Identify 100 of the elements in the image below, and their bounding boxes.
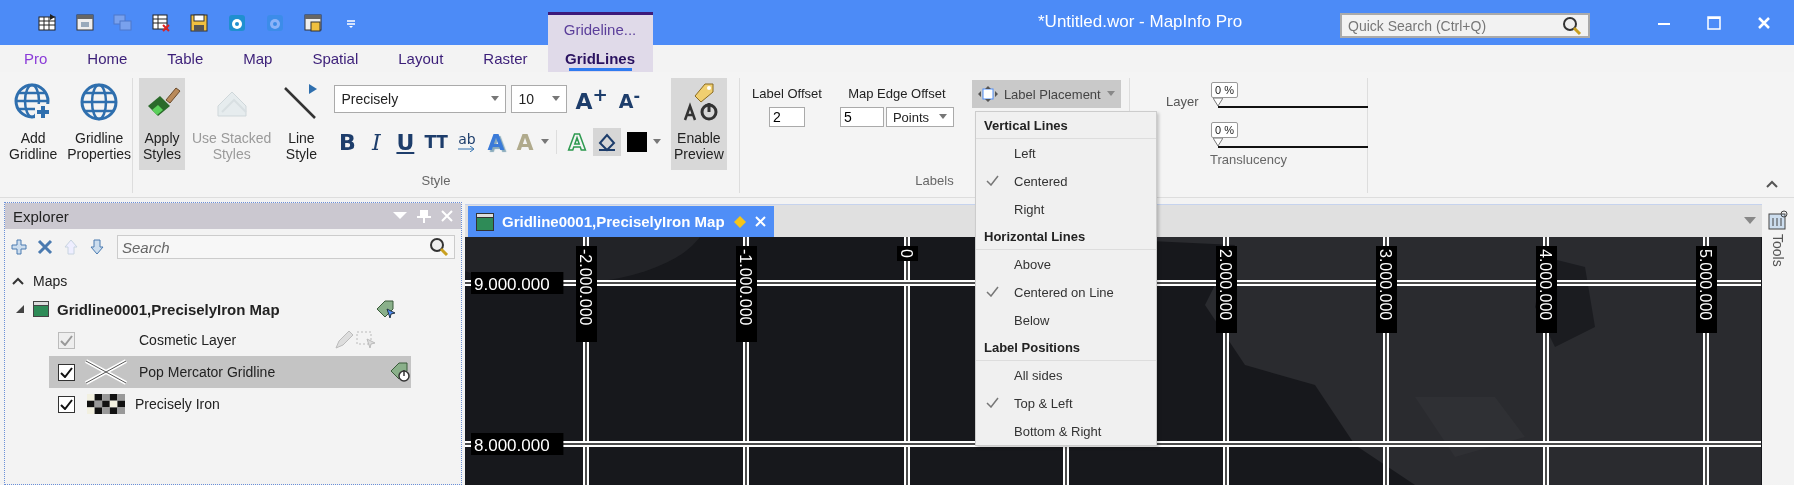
font-size-combo[interactable]: 10 (511, 85, 568, 114)
ribbon-tab[interactable]: Pro (4, 50, 68, 72)
window-icon[interactable] (75, 12, 95, 33)
layer-name: Cosmetic Layer (139, 332, 238, 348)
field-label: Label Offset (752, 86, 822, 101)
search-icon (1562, 16, 1582, 36)
grid-label: 0 (897, 246, 918, 261)
apply-styles-button[interactable]: Apply Styles (139, 78, 185, 170)
ribbon-tab[interactable]: Map (223, 50, 293, 72)
table-close-icon[interactable] (151, 12, 171, 33)
add-button[interactable] (11, 239, 27, 255)
wrap-button[interactable]: ab (453, 128, 480, 157)
ribbon-tab[interactable]: Table (147, 50, 224, 72)
tag-power-icon (389, 361, 411, 383)
group-title: Translucency (1210, 152, 1287, 169)
down-button[interactable] (89, 239, 105, 255)
menu-header: Vertical Lines (976, 112, 1156, 139)
tools-label[interactable]: Tools (1770, 234, 1786, 267)
checker-icon (87, 394, 125, 414)
contextual-tab-label: Grideline... (563, 21, 637, 38)
layer-row[interactable]: Pop Mercator Gridline (49, 356, 411, 388)
menu-item[interactable]: Right (976, 195, 1156, 223)
caret-icon (652, 139, 661, 146)
group-title: Style (421, 173, 451, 190)
save-icon[interactable] (189, 12, 209, 33)
collapse-ribbon-icon[interactable] (1766, 180, 1778, 188)
grid-label: -2.000.000 (576, 246, 597, 342)
layer-row[interactable]: Precisely Iron (49, 388, 411, 420)
window-save-icon[interactable] (303, 12, 323, 33)
search-icon (429, 237, 449, 257)
quick-search-field[interactable]: Quick Search (Ctrl+Q) (1340, 13, 1590, 38)
grid-label: 9.000.000 (471, 272, 564, 294)
group-title: Labels (915, 173, 954, 190)
dropdown-icon (1744, 217, 1756, 225)
search-field[interactable]: Search (117, 235, 455, 259)
expander-icon[interactable] (15, 304, 25, 314)
tag-select-icon (375, 299, 397, 319)
font-combo[interactable]: Precisely (334, 85, 507, 114)
menu-item[interactable]: Left (976, 139, 1156, 167)
label-offset-field[interactable]: 2 (768, 107, 805, 127)
enable-preview-button[interactable]: Enable Preview (670, 78, 727, 170)
unit-combo[interactable]: Points (885, 107, 954, 127)
selection-icon (355, 329, 377, 351)
cross-lines-icon (83, 358, 129, 386)
italic-button[interactable]: I (363, 128, 390, 157)
grid-label: 2.000.000 (1216, 246, 1237, 333)
panel-title: Explorer (13, 207, 70, 225)
grow-font-button[interactable]: A$^{+}$ (572, 84, 611, 115)
grid-label: 3.000.000 (1376, 246, 1397, 333)
slider-track[interactable] (1213, 138, 1368, 148)
shrink-font-button[interactable]: A$^{-}$ (615, 86, 644, 113)
caret-icon (552, 96, 561, 103)
ribbon-tab[interactable]: Raster (463, 50, 548, 72)
ribbon-tab[interactable]: Layout (378, 50, 464, 72)
close-icon (441, 210, 453, 222)
maximize-icon[interactable] (1707, 16, 1721, 30)
map-edge-offset-field[interactable]: 5 (839, 107, 884, 127)
ribbon-tab[interactable]: Home (67, 50, 148, 72)
table-icon[interactable] (37, 12, 57, 33)
add-gridline-button[interactable]: Add Gridline (6, 78, 61, 170)
tree-item[interactable]: Gridline0001,PreciselyIron Map (57, 300, 367, 318)
grid-label: 4.000.000 (1536, 246, 1557, 333)
menu-item[interactable]: All sides (976, 361, 1156, 389)
underline-button[interactable]: U (392, 128, 419, 157)
arrow-icon (456, 146, 477, 153)
globe-icon (79, 82, 120, 122)
menu-item[interactable]: Below (976, 306, 1156, 334)
map-window-icon (476, 212, 494, 231)
bold-button[interactable]: B (334, 128, 361, 157)
menu-item[interactable]: Centered (976, 167, 1156, 195)
close-icon (754, 216, 766, 227)
layer-name: Pop Mercator Gridline (139, 364, 277, 380)
label-placement-button[interactable]: Label Placement (971, 80, 1121, 108)
placement-icon (977, 86, 998, 102)
halo-button[interactable] (592, 128, 621, 157)
tools-icon (1768, 210, 1788, 230)
tree-item[interactable]: Maps (33, 272, 68, 289)
ribbon-tab[interactable]: Spatial (292, 50, 379, 72)
menu-item[interactable]: Bottom & Right (976, 417, 1156, 445)
layer-name: Precisely Iron (135, 396, 221, 412)
menu-item[interactable]: Above (976, 250, 1156, 278)
diamond-icon (732, 214, 747, 229)
checkbox[interactable] (58, 395, 75, 413)
menu-item[interactable]: Top & Left (976, 389, 1156, 417)
checkbox[interactable] (58, 363, 75, 381)
caps-button[interactable]: TT (421, 128, 451, 157)
remove-button[interactable] (37, 239, 53, 255)
close-icon[interactable] (1757, 16, 1771, 30)
shadow-button[interactable]: A (482, 128, 509, 157)
grid-label: -1.000.000 (736, 246, 757, 342)
menu-header: Label Positions (976, 334, 1156, 361)
slider-track[interactable] (1213, 98, 1368, 108)
window-title: *Untitled.wor - MapInfo Pro (1038, 12, 1243, 32)
caret-icon[interactable] (11, 275, 25, 286)
gridline-properties-button[interactable]: Gridline Properties (64, 78, 135, 170)
caret-icon (1106, 91, 1115, 97)
caret-icon (540, 139, 549, 146)
menu-item[interactable]: Centered on Line (976, 278, 1156, 306)
line-style-button[interactable]: Line Style (278, 78, 325, 170)
grid-label: 8.000.000 (471, 433, 564, 455)
